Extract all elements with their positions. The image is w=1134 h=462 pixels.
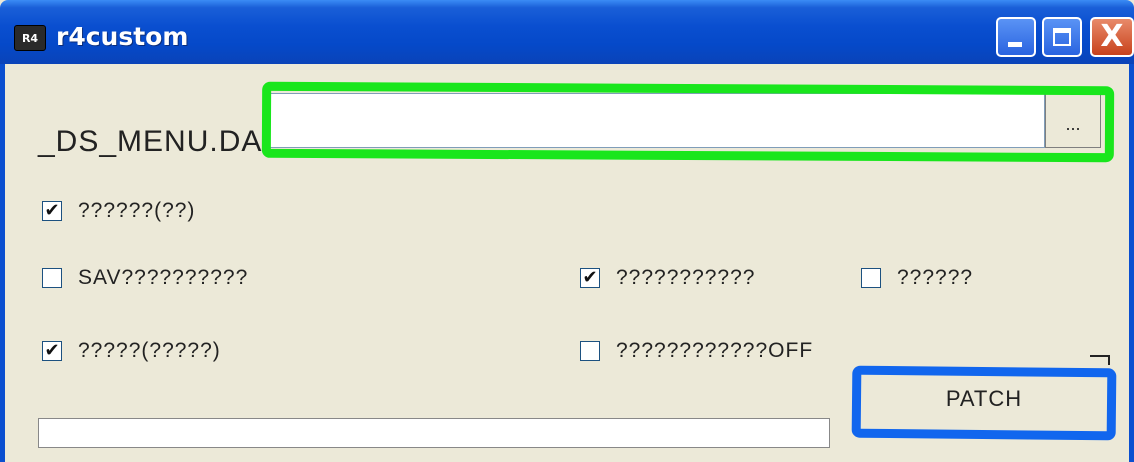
option-label-6: ????????????OFF	[616, 339, 814, 362]
option-checkbox-2[interactable]: SAV??????????	[42, 266, 248, 290]
file-label: _DS_MENU.DA	[38, 125, 263, 158]
title-bar[interactable]: R4 r4custom X	[0, 0, 1134, 64]
green-highlight-annotation	[261, 81, 1115, 163]
close-icon: X	[1100, 19, 1124, 54]
app-window: R4 r4custom X _DS_MENU.DA ... ✔ ??????(?…	[0, 0, 1134, 462]
minimize-icon	[1008, 42, 1022, 47]
checkmark-icon: ✔	[582, 267, 598, 288]
checkmark-icon: ✔	[44, 340, 60, 361]
progress-bar	[38, 418, 830, 448]
option-label-5: ?????(?????)	[78, 339, 221, 362]
option-label-1: ??????(??)	[78, 199, 196, 222]
corner-mark-icon	[1090, 355, 1110, 365]
option-label-4: ??????	[897, 266, 974, 289]
option-checkbox-3[interactable]: ✔ ???????????	[580, 266, 755, 290]
checkbox-box[interactable]	[580, 341, 600, 361]
window-frame-left	[0, 64, 5, 462]
blue-highlight-annotation	[851, 365, 1117, 441]
app-icon: R4	[14, 25, 46, 51]
minimize-button[interactable]	[996, 17, 1036, 57]
close-button[interactable]: X	[1090, 17, 1134, 57]
checkbox-box[interactable]: ✔	[42, 201, 62, 221]
option-checkbox-1[interactable]: ✔ ??????(??)	[42, 199, 195, 223]
option-label-3: ???????????	[616, 266, 756, 289]
checkmark-icon: ✔	[44, 200, 60, 221]
option-label-2: SAV??????????	[78, 266, 249, 289]
checkbox-box[interactable]	[861, 268, 881, 288]
window-frame-right	[1129, 64, 1134, 462]
option-checkbox-6[interactable]: ????????????OFF	[580, 339, 813, 363]
checkbox-box[interactable]: ✔	[42, 341, 62, 361]
window-title: r4custom	[56, 22, 189, 51]
checkbox-box[interactable]: ✔	[580, 268, 600, 288]
option-checkbox-5[interactable]: ✔ ?????(?????)	[42, 339, 221, 363]
maximize-icon	[1053, 28, 1071, 46]
checkbox-box[interactable]	[42, 268, 62, 288]
maximize-button[interactable]	[1042, 17, 1082, 57]
option-checkbox-4[interactable]: ??????	[861, 266, 973, 290]
